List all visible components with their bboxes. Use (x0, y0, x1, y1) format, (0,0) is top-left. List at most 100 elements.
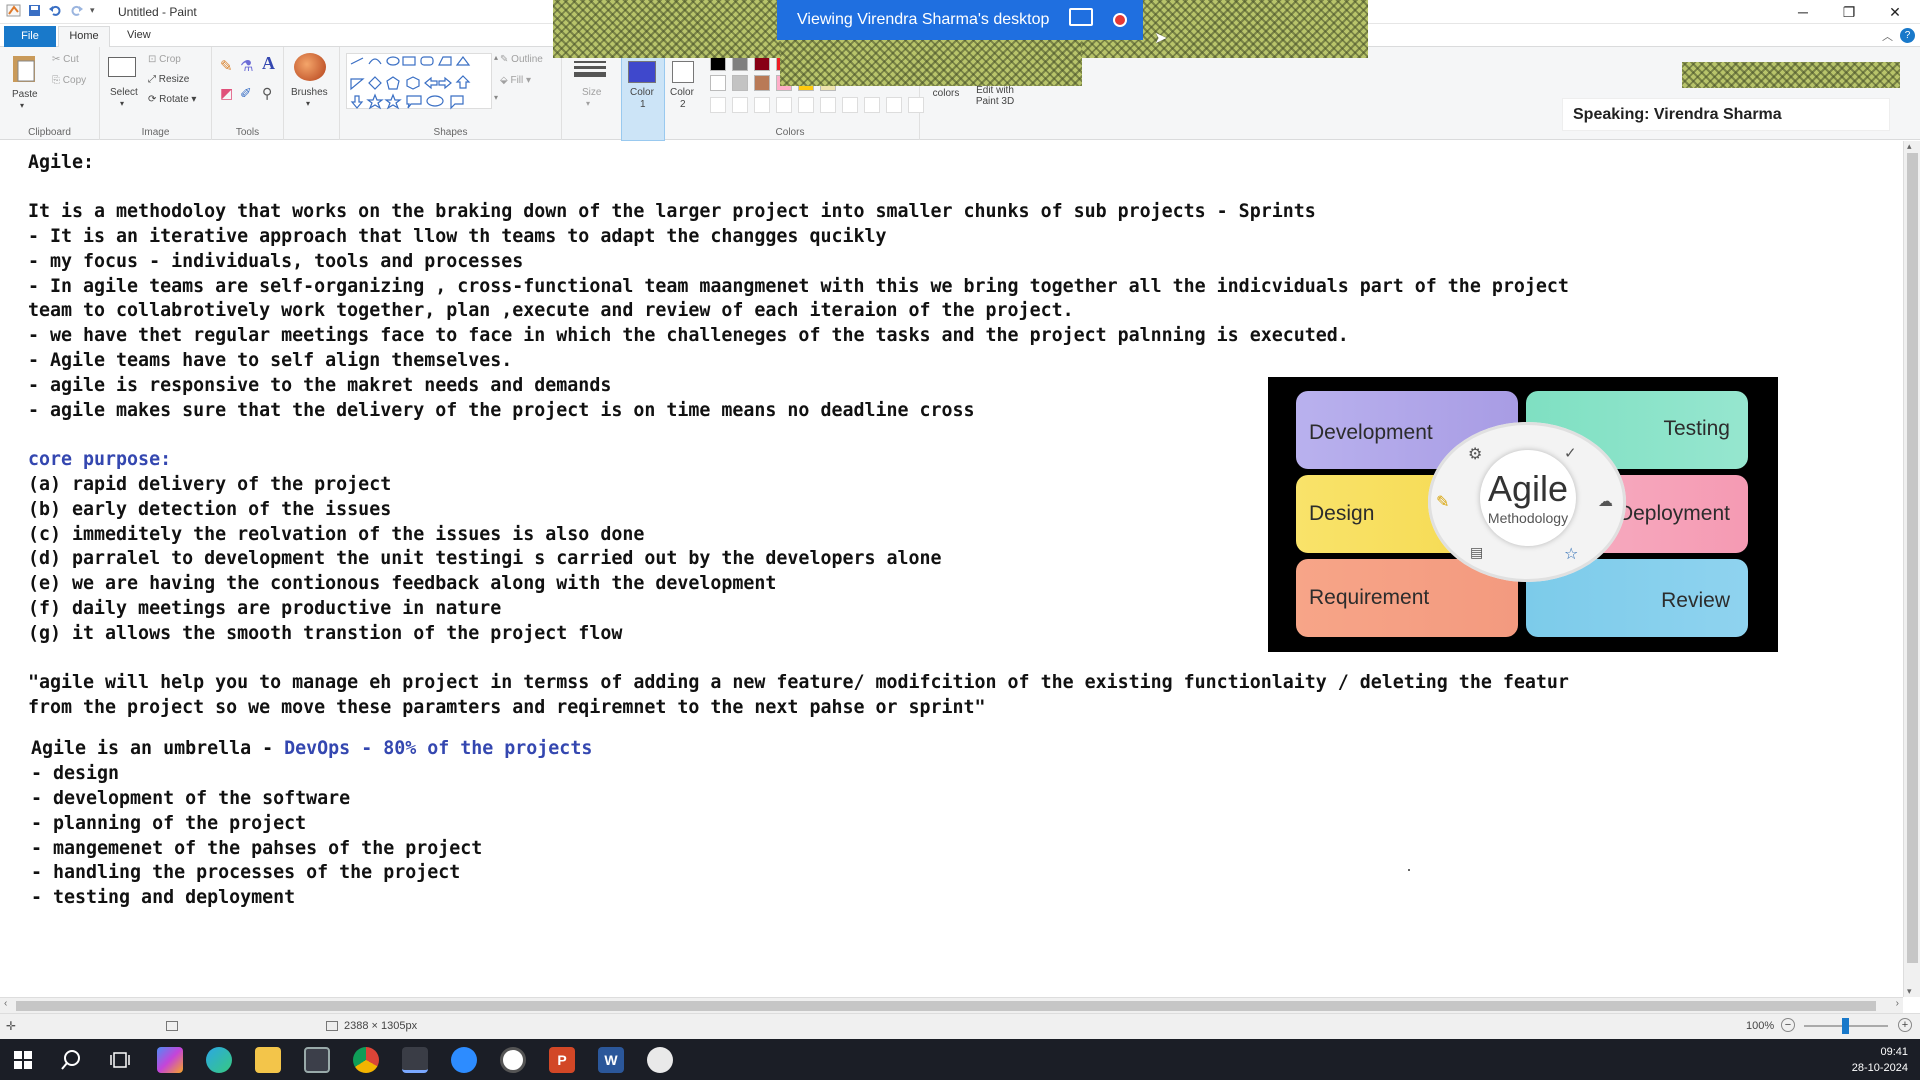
scroll-right-icon[interactable]: › (1896, 998, 1899, 1009)
customize-qat-icon[interactable]: ▾ (90, 5, 95, 16)
start-button[interactable] (10, 1047, 36, 1073)
word-app[interactable]: W (598, 1047, 624, 1073)
resize-button[interactable]: ⤢ Resize (148, 74, 189, 85)
cut-label: Cut (63, 54, 79, 65)
custom-color-slot[interactable] (798, 97, 814, 113)
taskbar-app-3[interactable] (647, 1047, 673, 1073)
pencil-icon[interactable]: ✎ (220, 57, 233, 75)
gear-icon: ⚙ (1468, 446, 1483, 463)
taskbar-app[interactable] (304, 1047, 330, 1073)
custom-color-slot[interactable] (864, 97, 880, 113)
zoom-in-icon[interactable]: + (1898, 1018, 1912, 1032)
agile-center-subtitle: Methodology (1487, 510, 1569, 526)
custom-color-slot[interactable] (710, 97, 726, 113)
color-picker-icon[interactable]: ✐ (240, 85, 252, 102)
color1-button[interactable]: Color 1 (621, 46, 665, 141)
minimize-button[interactable]: ─ (1780, 0, 1826, 24)
fill-icon[interactable]: ⚗ (240, 57, 253, 75)
maximize-button[interactable]: ❐ (1826, 0, 1872, 24)
copy-button[interactable]: ⎘ Copy (52, 75, 86, 86)
file-explorer-app[interactable] (255, 1047, 281, 1073)
crop-button[interactable]: ⊡ Crop (148, 54, 181, 65)
undo-icon[interactable] (48, 3, 63, 18)
quote-line: "agile will help you to manage eh projec… (28, 672, 1569, 693)
stray-dot (1408, 869, 1410, 871)
redo-icon[interactable] (69, 3, 84, 18)
brushes-dropdown-icon[interactable]: ▾ (306, 99, 310, 108)
shapes-scroll-up-icon[interactable]: ▴ (494, 53, 498, 62)
custom-color-slot[interactable] (732, 97, 748, 113)
vertical-scroll-thumb[interactable] (1907, 153, 1918, 963)
zoom-slider[interactable] (1804, 1018, 1888, 1034)
chrome-browser-app[interactable] (353, 1047, 379, 1073)
tab-file[interactable]: File (4, 26, 56, 47)
palette-color-swatch[interactable] (754, 75, 770, 91)
windows-logo-icon (14, 1051, 32, 1069)
rotate-button[interactable]: ⟳ Rotate ▾ (148, 94, 196, 105)
zoom-out-icon[interactable]: − (1781, 1018, 1795, 1032)
tile-requirement-label: Requirement (1309, 586, 1430, 609)
system-clock[interactable]: 09:41 28-10-2024 (1852, 1044, 1908, 1076)
custom-color-slot[interactable] (908, 97, 924, 113)
zoom-app[interactable] (451, 1047, 477, 1073)
brush-icon (294, 53, 326, 81)
taskbar-app-2[interactable] (500, 1047, 526, 1073)
powerpoint-app[interactable]: P (549, 1047, 575, 1073)
task-view-button[interactable] (107, 1047, 133, 1073)
shapes-gallery[interactable] (346, 53, 492, 110)
color2-button[interactable]: Color 2 (664, 47, 700, 140)
fill-button[interactable]: ⬙ Fill ▾ (500, 75, 531, 86)
tab-home[interactable]: Home (58, 26, 110, 47)
purpose-item: (f) daily meetings are productive in nat… (28, 598, 502, 619)
vertical-scrollbar[interactable]: ▴ ▾ (1903, 141, 1920, 997)
edge-browser-app[interactable] (206, 1047, 232, 1073)
custom-color-slot[interactable] (820, 97, 836, 113)
viewing-desktop-banner[interactable]: Viewing Virendra Sharma's desktop (777, 0, 1143, 40)
note-line: It is a methodoloy that works on the bra… (28, 201, 1316, 222)
text-tool-icon[interactable]: A (262, 53, 275, 74)
paste-dropdown-icon[interactable]: ▾ (20, 101, 24, 110)
note-line: - we have thet regular meetings face to … (28, 325, 1349, 346)
paste-button[interactable]: Paste ▾ (10, 53, 42, 115)
custom-color-slot[interactable] (842, 97, 858, 113)
edit-with-paint3d-button[interactable]: Edit with Paint 3D (970, 85, 1020, 107)
purpose-item: (e) we are having the contionous feedbac… (28, 573, 777, 594)
custom-color-slot[interactable] (776, 97, 792, 113)
palette-color-swatch[interactable] (710, 75, 726, 91)
purpose-item: (a) rapid delivery of the project (28, 474, 392, 495)
horizontal-scrollbar[interactable]: ‹ › (0, 997, 1903, 1013)
search-button[interactable] (58, 1047, 84, 1073)
brushes-button[interactable]: Brushes ▾ (291, 53, 330, 115)
magnifier-icon[interactable]: ⚲ (262, 85, 272, 102)
copilot-app[interactable] (157, 1047, 183, 1073)
umbrella-item: - development of the software (31, 788, 351, 809)
scroll-up-icon[interactable]: ▴ (1907, 141, 1912, 152)
palette-color-swatch[interactable] (732, 75, 748, 91)
tab-view[interactable]: View (127, 29, 151, 41)
close-button[interactable]: ✕ (1872, 0, 1918, 24)
view-options-icon[interactable] (1069, 8, 1093, 26)
image-group: Select ▾ ⊡ Crop ⤢ Resize ⟳ Rotate ▾ Imag… (100, 47, 212, 140)
save-icon[interactable] (27, 3, 42, 18)
select-button[interactable]: Select ▾ (108, 57, 142, 117)
note-line: - agile makes sure that the delivery of … (28, 400, 975, 421)
select-dropdown-icon[interactable]: ▾ (120, 99, 124, 108)
scroll-left-icon[interactable]: ‹ (4, 998, 7, 1009)
size-icon (574, 61, 606, 77)
eraser-icon[interactable]: ◩ (220, 85, 233, 102)
scroll-down-icon[interactable]: ▾ (1907, 986, 1912, 997)
resize-label: Resize (158, 74, 190, 85)
clipboard-group: Paste ▾ ✂ Cut ⎘ Copy Clipboard (0, 47, 100, 140)
collapse-ribbon-icon[interactable]: ︿ (1882, 28, 1893, 44)
help-icon[interactable]: ? (1900, 28, 1915, 43)
cut-button[interactable]: ✂ Cut (52, 54, 79, 65)
outline-button[interactable]: ✎ Outline (500, 54, 543, 65)
custom-color-slot[interactable] (754, 97, 770, 113)
size-group[interactable]: Size ▾ (562, 47, 622, 140)
custom-color-slot[interactable] (886, 97, 902, 113)
horizontal-scroll-thumb[interactable] (16, 1001, 1876, 1011)
paint-app[interactable] (402, 1047, 428, 1073)
shapes-more-icon[interactable]: ▾ (494, 93, 498, 102)
agile-hub: ⚙ ✓ ✎ ☁ ▤ ☆ Agile Methodology (1428, 422, 1626, 582)
zoom-slider-thumb[interactable] (1842, 1018, 1849, 1034)
